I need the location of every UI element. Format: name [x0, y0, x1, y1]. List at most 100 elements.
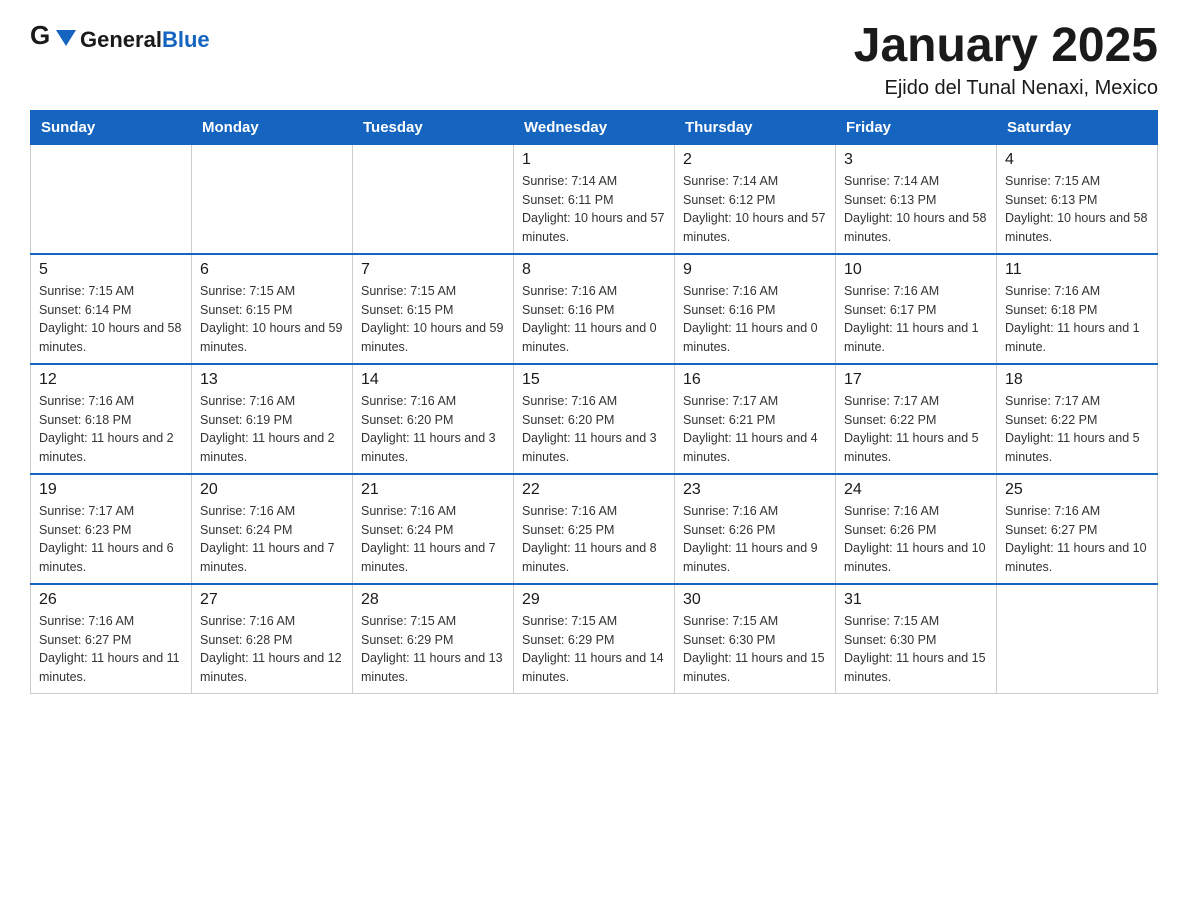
day-number: 21 [361, 481, 505, 499]
col-header-monday: Monday [192, 110, 353, 144]
day-info: Sunrise: 7:16 AMSunset: 6:24 PMDaylight:… [200, 502, 344, 577]
day-number: 23 [683, 481, 827, 499]
col-header-thursday: Thursday [675, 110, 836, 144]
table-row: 2Sunrise: 7:14 AMSunset: 6:12 PMDaylight… [675, 144, 836, 254]
day-number: 12 [39, 371, 183, 389]
day-info: Sunrise: 7:16 AMSunset: 6:20 PMDaylight:… [522, 392, 666, 467]
day-number: 26 [39, 591, 183, 609]
table-row: 3 Sunrise: 7:14 AMSunset: 6:13 PMDaylight… [836, 144, 997, 254]
day-number: 14 [361, 371, 505, 389]
day-info: Sunrise: 7:16 AMSunset: 6:27 PMDaylight:… [1005, 502, 1149, 577]
calendar-week-row: 12 Sunrise: 7:16 AMSunset: 6:18 PMDayligh… [31, 364, 1158, 474]
day-info: Sunrise: 7:16 AMSunset: 6:20 PMDaylight:… [361, 392, 505, 467]
table-row [192, 144, 353, 254]
table-row: 8 Sunrise: 7:16 AMSunset: 6:16 PMDaylight… [514, 254, 675, 364]
day-info: Sunrise: 7:16 AMSunset: 6:24 PMDaylight:… [361, 502, 505, 577]
logo: G GeneralBlue [30, 20, 210, 60]
day-info: Sunrise: 7:16 AMSunset: 6:27 PMDaylight:… [39, 612, 183, 687]
day-number: 8 [522, 261, 666, 279]
table-row: 17 Sunrise: 7:17 AMSunset: 6:22 PMDayligh… [836, 364, 997, 474]
col-header-saturday: Saturday [997, 110, 1158, 144]
day-info: Sunrise: 7:16 AMSunset: 6:16 PMDaylight:… [522, 282, 666, 357]
day-number: 17 [844, 371, 988, 389]
col-header-wednesday: Wednesday [514, 110, 675, 144]
day-info: Sunrise: 7:17 AMSunset: 6:22 PMDaylight:… [1005, 392, 1149, 467]
table-row: 28 Sunrise: 7:15 AMSunset: 6:29 PMDayligh… [353, 584, 514, 694]
day-number: 3 [844, 151, 988, 169]
table-row: 7Sunrise: 7:15 AMSunset: 6:15 PMDaylight… [353, 254, 514, 364]
table-row: 1Sunrise: 7:14 AMSunset: 6:11 PMDaylight… [514, 144, 675, 254]
day-info: Sunrise: 7:16 AMSunset: 6:26 PMDaylight:… [683, 502, 827, 577]
table-row: 6 Sunrise: 7:15 AMSunset: 6:15 PMDaylight… [192, 254, 353, 364]
table-row: 9Sunrise: 7:16 AMSunset: 6:16 PMDaylight… [675, 254, 836, 364]
col-header-sunday: Sunday [31, 110, 192, 144]
day-info: Sunrise: 7:15 AMSunset: 6:13 PMDaylight:… [1005, 172, 1149, 247]
day-info: Sunrise: 7:16 AMSunset: 6:18 PMDaylight:… [39, 392, 183, 467]
calendar-week-row: 5Sunrise: 7:15 AMSunset: 6:14 PMDaylight… [31, 254, 1158, 364]
title-area: January 2025 Ejido del Tunal Nenaxi, Mex… [854, 20, 1158, 100]
calendar-week-row: 26 Sunrise: 7:16 AMSunset: 6:27 PMDayligh… [31, 584, 1158, 694]
svg-text:G: G [30, 20, 50, 50]
day-number: 10 [844, 261, 988, 279]
page-header: G GeneralBlue January 2025 Ejido del Tun… [30, 20, 1158, 100]
table-row: 21 Sunrise: 7:16 AMSunset: 6:24 PMDayligh… [353, 474, 514, 584]
day-info: Sunrise: 7:14 AMSunset: 6:12 PMDaylight:… [683, 172, 827, 247]
table-row: 16Sunrise: 7:17 AMSunset: 6:21 PMDayligh… [675, 364, 836, 474]
table-row: 24 Sunrise: 7:16 AMSunset: 6:26 PMDayligh… [836, 474, 997, 584]
table-row: 31Sunrise: 7:15 AMSunset: 6:30 PMDayligh… [836, 584, 997, 694]
calendar-header-row: Sunday Monday Tuesday Wednesday Thursday… [31, 110, 1158, 144]
day-info: Sunrise: 7:14 AMSunset: 6:13 PMDaylight:… [844, 172, 988, 247]
col-header-tuesday: Tuesday [353, 110, 514, 144]
day-number: 29 [522, 591, 666, 609]
table-row: 11 Sunrise: 7:16 AMSunset: 6:18 PMDayligh… [997, 254, 1158, 364]
table-row: 10 Sunrise: 7:16 AMSunset: 6:17 PMDayligh… [836, 254, 997, 364]
day-info: Sunrise: 7:17 AMSunset: 6:23 PMDaylight:… [39, 502, 183, 577]
day-number: 13 [200, 371, 344, 389]
day-info: Sunrise: 7:15 AMSunset: 6:29 PMDaylight:… [361, 612, 505, 687]
table-row: 5Sunrise: 7:15 AMSunset: 6:14 PMDaylight… [31, 254, 192, 364]
col-header-friday: Friday [836, 110, 997, 144]
month-title: January 2025 [854, 20, 1158, 73]
day-number: 30 [683, 591, 827, 609]
day-info: Sunrise: 7:16 AMSunset: 6:28 PMDaylight:… [200, 612, 344, 687]
day-info: Sunrise: 7:16 AMSunset: 6:26 PMDaylight:… [844, 502, 988, 577]
table-row: 30 Sunrise: 7:15 AMSunset: 6:30 PMDayligh… [675, 584, 836, 694]
table-row [353, 144, 514, 254]
day-number: 6 [200, 261, 344, 279]
day-info: Sunrise: 7:16 AMSunset: 6:17 PMDaylight:… [844, 282, 988, 357]
day-info: Sunrise: 7:16 AMSunset: 6:18 PMDaylight:… [1005, 282, 1149, 357]
day-number: 16 [683, 371, 827, 389]
table-row: 22Sunrise: 7:16 AMSunset: 6:25 PMDayligh… [514, 474, 675, 584]
day-number: 1 [522, 151, 666, 169]
table-row: 18Sunrise: 7:17 AMSunset: 6:22 PMDayligh… [997, 364, 1158, 474]
day-info: Sunrise: 7:15 AMSunset: 6:15 PMDaylight:… [200, 282, 344, 357]
logo-blue-text: Blue [162, 27, 210, 52]
day-info: Sunrise: 7:15 AMSunset: 6:30 PMDaylight:… [683, 612, 827, 687]
logo-icon: G [30, 20, 80, 60]
day-info: Sunrise: 7:16 AMSunset: 6:16 PMDaylight:… [683, 282, 827, 357]
day-number: 7 [361, 261, 505, 279]
calendar-table: Sunday Monday Tuesday Wednesday Thursday… [30, 110, 1158, 694]
day-info: Sunrise: 7:15 AMSunset: 6:29 PMDaylight:… [522, 612, 666, 687]
day-number: 24 [844, 481, 988, 499]
table-row: 13Sunrise: 7:16 AMSunset: 6:19 PMDayligh… [192, 364, 353, 474]
table-row: 4 Sunrise: 7:15 AMSunset: 6:13 PMDaylight… [997, 144, 1158, 254]
table-row: 29 Sunrise: 7:15 AMSunset: 6:29 PMDayligh… [514, 584, 675, 694]
table-row: 12 Sunrise: 7:16 AMSunset: 6:18 PMDayligh… [31, 364, 192, 474]
day-number: 28 [361, 591, 505, 609]
day-info: Sunrise: 7:15 AMSunset: 6:30 PMDaylight:… [844, 612, 988, 687]
table-row: 26 Sunrise: 7:16 AMSunset: 6:27 PMDayligh… [31, 584, 192, 694]
day-number: 20 [200, 481, 344, 499]
day-info: Sunrise: 7:16 AMSunset: 6:25 PMDaylight:… [522, 502, 666, 577]
logo-general-text: General [80, 27, 162, 52]
day-number: 27 [200, 591, 344, 609]
day-number: 4 [1005, 151, 1149, 169]
table-row: 19Sunrise: 7:17 AMSunset: 6:23 PMDayligh… [31, 474, 192, 584]
day-info: Sunrise: 7:17 AMSunset: 6:22 PMDaylight:… [844, 392, 988, 467]
table-row: 14 Sunrise: 7:16 AMSunset: 6:20 PMDayligh… [353, 364, 514, 474]
table-row: 20 Sunrise: 7:16 AMSunset: 6:24 PMDayligh… [192, 474, 353, 584]
table-row: 15Sunrise: 7:16 AMSunset: 6:20 PMDayligh… [514, 364, 675, 474]
day-info: Sunrise: 7:15 AMSunset: 6:14 PMDaylight:… [39, 282, 183, 357]
table-row: 23 Sunrise: 7:16 AMSunset: 6:26 PMDayligh… [675, 474, 836, 584]
day-number: 11 [1005, 261, 1149, 279]
